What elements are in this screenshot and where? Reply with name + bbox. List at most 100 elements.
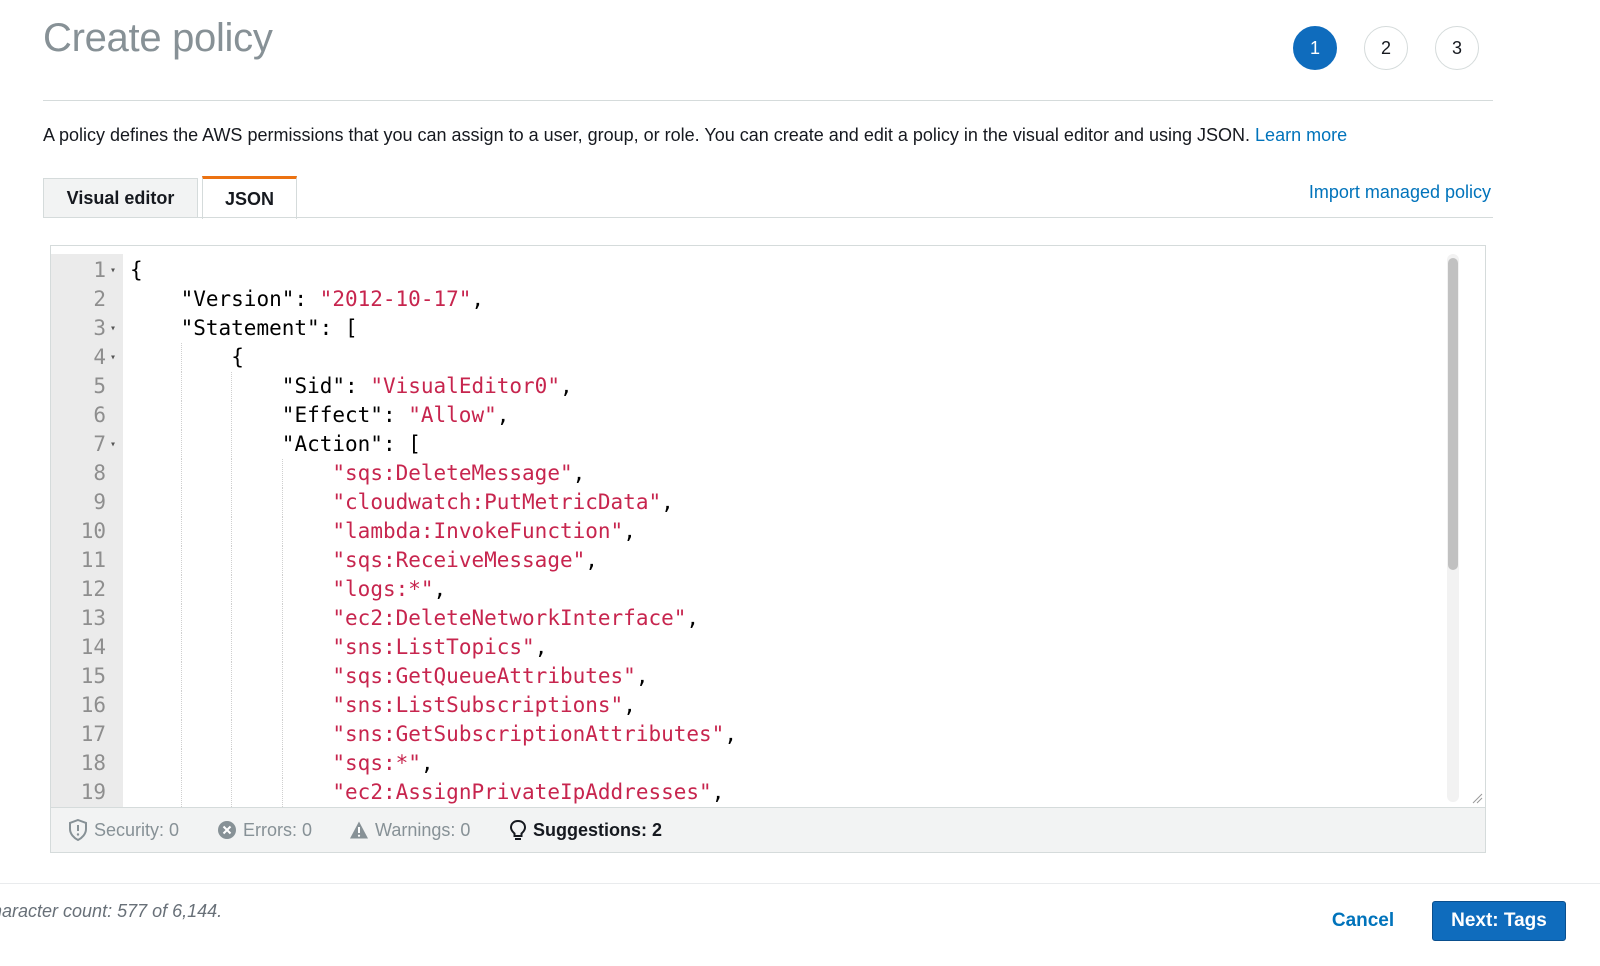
tab-visual-editor[interactable]: Visual editor — [43, 178, 198, 218]
security-findings[interactable]: Security: 0 — [68, 808, 179, 852]
import-managed-policy-link[interactable]: Import managed policy — [1309, 182, 1491, 203]
indent-guide — [281, 720, 284, 749]
code-line[interactable]: 19 "ec2:AssignPrivateIpAddresses", — [51, 778, 1431, 807]
code-text: "sns:ListSubscriptions", — [332, 691, 635, 720]
indent-guide — [231, 372, 233, 401]
warnings-count: Warnings: 0 — [375, 819, 471, 840]
code-string: "Allow" — [408, 403, 497, 427]
code-token: , — [623, 693, 636, 717]
indent-guide — [231, 488, 233, 517]
code-line[interactable]: 15 "sqs:GetQueueAttributes", — [51, 662, 1431, 691]
code-string: "ec2:DeleteNetworkInterface" — [332, 606, 687, 630]
tab-json[interactable]: JSON — [202, 176, 297, 219]
code-line[interactable]: 7 ▾ "Action": [ — [51, 430, 1431, 459]
code-token: "Sid": — [281, 374, 371, 398]
code-string: "sns:GetSubscriptionAttributes" — [332, 722, 725, 746]
indent-guide — [231, 749, 233, 778]
step-2[interactable]: 2 — [1364, 26, 1408, 70]
code-line[interactable]: 8 "sqs:DeleteMessage", — [51, 459, 1431, 488]
resize-grip-icon[interactable] — [1471, 792, 1483, 804]
code-text: "cloudwatch:PutMetricData", — [332, 488, 673, 517]
code-line[interactable]: 18 "sqs:*", — [51, 749, 1431, 778]
line-number: 6 — [93, 403, 106, 427]
step-3[interactable]: 3 — [1435, 26, 1479, 70]
indent-guide — [180, 691, 183, 720]
title-divider — [43, 100, 1493, 101]
code-line[interactable]: 16 "sns:ListSubscriptions", — [51, 691, 1431, 720]
code-line[interactable]: 2 "Version": "2012-10-17", — [51, 285, 1431, 314]
editor-scrollbar-thumb[interactable] — [1448, 258, 1458, 570]
indent-guide — [231, 604, 233, 633]
indent-guide — [180, 430, 183, 459]
code-string: "cloudwatch:PutMetricData" — [332, 490, 662, 514]
suggestion-findings[interactable]: Suggestions: 2 — [509, 808, 662, 852]
description-text: A policy defines the AWS permissions tha… — [43, 125, 1251, 145]
tabs-divider — [43, 217, 1493, 218]
json-editor-panel: 1 ▾{2 "Version": "2012-10-17", 3 ▾ "Statement… — [50, 245, 1486, 853]
warning-findings[interactable]: Warnings: 0 — [349, 808, 470, 852]
indent-guide — [180, 778, 183, 807]
code-token: , — [420, 751, 434, 775]
line-number: 13 — [80, 606, 106, 630]
indent-guide — [180, 604, 183, 633]
indent-guide — [180, 372, 183, 401]
code-token: { — [231, 345, 244, 369]
code-token: , — [559, 374, 573, 398]
code-token: , — [534, 635, 548, 659]
learn-more-link[interactable]: Learn more — [1255, 125, 1347, 145]
code-text: { — [231, 343, 244, 372]
line-number: 16 — [80, 693, 106, 717]
line-number: 14 — [80, 635, 106, 659]
code-token: , — [433, 577, 447, 601]
line-number: 10 — [80, 519, 106, 543]
error-findings[interactable]: Errors: 0 — [217, 808, 312, 852]
code-line[interactable]: 5 "Sid": "VisualEditor0", — [51, 372, 1431, 401]
step-indicator: 1 2 3 — [1293, 26, 1493, 74]
fold-toggle-icon[interactable]: ▾ — [110, 343, 116, 372]
code-string: "sqs:ReceiveMessage" — [332, 548, 586, 572]
code-text: "logs:*", — [332, 575, 446, 604]
code-line[interactable]: 1 ▾ { — [51, 256, 1431, 285]
indent-guide — [231, 720, 233, 749]
code-line[interactable]: 6 "Effect": "Allow", — [51, 401, 1431, 430]
fold-toggle-icon[interactable]: ▾ — [110, 256, 116, 285]
lightbulb-icon — [509, 819, 527, 840]
indent-guide — [231, 401, 233, 430]
code-token: , — [661, 490, 674, 514]
code-token: , — [496, 403, 510, 427]
fold-toggle-icon[interactable]: ▾ — [110, 430, 116, 459]
step-1[interactable]: 1 — [1293, 26, 1337, 70]
indent-guide — [281, 488, 284, 517]
code-string: "sns:ListSubscriptions" — [332, 693, 624, 717]
code-line[interactable]: 4 ▾ { — [51, 343, 1431, 372]
code-token: { — [130, 258, 143, 282]
code-text: "sns:GetSubscriptionAttributes", — [332, 720, 737, 749]
indent-guide — [231, 459, 233, 488]
line-number: 12 — [80, 577, 106, 601]
line-number: 9 — [93, 490, 106, 514]
code-string: "lambda:InvokeFunction" — [332, 519, 624, 543]
json-code-editor[interactable]: 1 ▾{2 "Version": "2012-10-17", 3 ▾ "Statement… — [51, 254, 1485, 808]
code-text: "sqs:ReceiveMessage", — [332, 546, 598, 575]
next-tags-button[interactable]: Next: Tags — [1432, 901, 1566, 941]
fold-toggle-icon[interactable]: ▾ — [110, 314, 116, 343]
code-line[interactable]: 13 "ec2:DeleteNetworkInterface", — [51, 604, 1431, 633]
code-line[interactable]: 11 "sqs:ReceiveMessage", — [51, 546, 1431, 575]
indent-guide — [231, 778, 233, 807]
code-line[interactable]: 12 "logs:*", — [51, 575, 1431, 604]
cancel-button[interactable]: Cancel — [1322, 901, 1404, 941]
page-title: Create policy — [43, 16, 273, 60]
code-string: "ec2:AssignPrivateIpAddresses" — [332, 780, 712, 804]
code-line[interactable]: 17 "sns:GetSubscriptionAttributes", — [51, 720, 1431, 749]
indent-guide — [180, 546, 183, 575]
code-line[interactable]: 3 ▾ "Statement": [ — [51, 314, 1431, 343]
line-number: 15 — [80, 664, 106, 688]
code-line[interactable]: 10 "lambda:InvokeFunction", — [51, 517, 1431, 546]
code-line[interactable]: 14 "sns:ListTopics", — [51, 633, 1431, 662]
indent-guide — [180, 749, 183, 778]
indent-guide — [231, 517, 233, 546]
security-count: Security: 0 — [94, 819, 180, 840]
code-line[interactable]: 9 "cloudwatch:PutMetricData", — [51, 488, 1431, 517]
indent-guide — [281, 546, 284, 575]
indent-guide — [281, 662, 284, 691]
